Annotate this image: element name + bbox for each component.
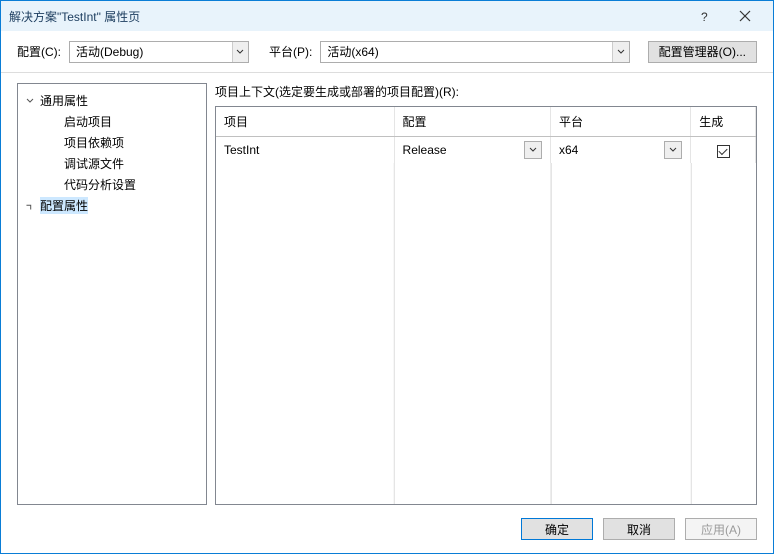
platform-select[interactable] (320, 41, 629, 63)
cell-project: TestInt (216, 137, 394, 164)
chevron-down-icon (524, 141, 542, 159)
tree-item-debug-source[interactable]: 调试源文件 (20, 153, 204, 174)
tree-item-code-analysis[interactable]: 代码分析设置 (20, 174, 204, 195)
cancel-button[interactable]: 取消 (603, 518, 675, 540)
tree-label: 配置属性 (40, 197, 88, 214)
svg-text:?: ? (701, 10, 708, 22)
config-label: 配置(C): (17, 43, 61, 60)
table-row: TestInt Release x64 (216, 137, 756, 164)
chevron-right-icon (24, 200, 36, 212)
tree-panel: 通用属性 启动项目 项目依赖项 调试源文件 代码分析设置 配置属性 (17, 83, 207, 505)
tree-item-dependencies[interactable]: 项目依赖项 (20, 132, 204, 153)
cell-platform[interactable]: x64 (550, 137, 690, 164)
help-icon: ? (699, 10, 711, 22)
chevron-down-icon (664, 141, 682, 159)
toolbar: 配置(C): 平台(P): 配置管理器(O)... (1, 31, 773, 73)
col-build[interactable]: 生成 (691, 107, 756, 137)
platform-value[interactable] (321, 42, 611, 62)
cell-config[interactable]: Release (394, 137, 550, 164)
grid-empty-area (216, 163, 756, 504)
grid-table: 项目 配置 平台 生成 TestInt Release (216, 107, 756, 163)
cell-platform-value: x64 (559, 143, 578, 157)
content: 通用属性 启动项目 项目依赖项 调试源文件 代码分析设置 配置属性 项目上下文(… (1, 73, 773, 505)
close-button[interactable] (725, 1, 765, 31)
chevron-down-icon (232, 42, 248, 62)
context-label: 项目上下文(选定要生成或部署的项目配置)(R): (215, 83, 757, 100)
main-panel: 项目上下文(选定要生成或部署的项目配置)(R): 项目 配置 平台 生成 Tes… (215, 83, 757, 505)
tree-group-common[interactable]: 通用属性 (20, 90, 204, 111)
tree-item-startup[interactable]: 启动项目 (20, 111, 204, 132)
apply-button[interactable]: 应用(A) (685, 518, 757, 540)
config-manager-button[interactable]: 配置管理器(O)... (648, 41, 757, 63)
ok-button[interactable]: 确定 (521, 518, 593, 540)
titlebar: 解决方案"TestInt" 属性页 ? (1, 1, 773, 31)
project-grid: 项目 配置 平台 生成 TestInt Release (215, 106, 757, 505)
build-checkbox[interactable] (717, 145, 730, 158)
chevron-down-icon (24, 95, 36, 107)
tree-group-config[interactable]: 配置属性 (20, 195, 204, 216)
cell-config-value: Release (403, 143, 447, 157)
help-button[interactable]: ? (685, 1, 725, 31)
footer: 确定 取消 应用(A) (1, 505, 773, 553)
col-config[interactable]: 配置 (394, 107, 550, 137)
platform-label: 平台(P): (269, 43, 312, 60)
col-platform[interactable]: 平台 (550, 107, 690, 137)
config-select[interactable] (69, 41, 249, 63)
tree-label: 通用属性 (40, 92, 88, 109)
window-title: 解决方案"TestInt" 属性页 (9, 8, 685, 25)
col-project[interactable]: 项目 (216, 107, 394, 137)
cell-build[interactable] (691, 137, 756, 164)
grid-header-row: 项目 配置 平台 生成 (216, 107, 756, 137)
close-icon (739, 10, 751, 22)
chevron-down-icon (612, 42, 629, 62)
config-value[interactable] (70, 42, 232, 62)
